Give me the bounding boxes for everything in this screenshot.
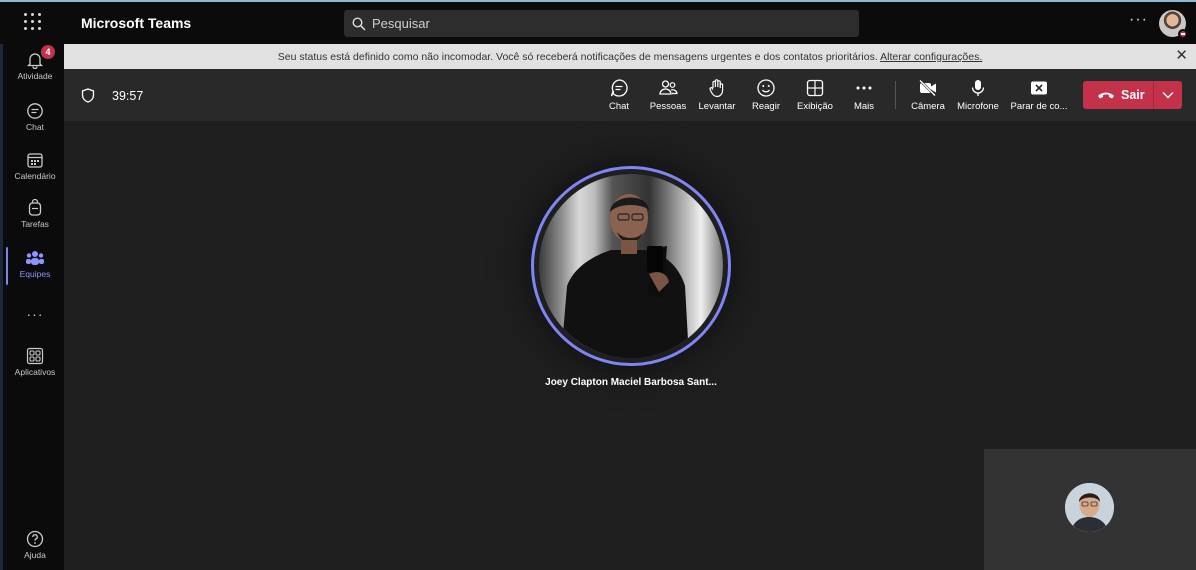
leave-button-group: Sair — [1083, 81, 1182, 109]
avatar[interactable] — [1159, 10, 1188, 39]
more-options-icon[interactable]: ··· — [1129, 11, 1148, 29]
app-title: Microsoft Teams — [81, 15, 192, 31]
react-label: Reagir — [752, 101, 780, 112]
more-button[interactable]: Mais — [838, 78, 890, 112]
rail-item-tasks[interactable]: Tarefas — [3, 199, 67, 229]
chat-button[interactable]: Chat — [593, 78, 645, 112]
people-label: Pessoas — [649, 101, 687, 112]
more-label: Mais — [853, 101, 875, 112]
chat-icon — [27, 103, 43, 119]
rail-item-chat[interactable]: Chat — [3, 102, 67, 132]
calendar-icon — [27, 153, 43, 168]
react-button[interactable]: Reagir — [740, 78, 792, 112]
rail-item-calendar[interactable]: Calendário — [3, 151, 67, 181]
chevron-down-icon — [1162, 92, 1174, 99]
meeting-stage: Joey Clapton Maciel Barbosa Sant... — [64, 121, 1196, 570]
rail-item-label: Aplicativos — [14, 367, 56, 377]
do-not-disturb-icon — [1178, 29, 1188, 39]
meeting-timer: 39:57 — [112, 89, 144, 103]
stop-sharing-button[interactable]: Parar de co... — [1009, 78, 1069, 112]
self-view-tile[interactable] — [984, 449, 1196, 570]
toolbar-divider — [895, 81, 896, 109]
rail-item-label: Atividade — [17, 71, 53, 81]
self-avatar — [1065, 483, 1114, 532]
view-button[interactable]: Exibição — [789, 78, 841, 112]
participant-tile[interactable] — [531, 166, 731, 366]
rail-item-help[interactable]: Ajuda — [3, 530, 67, 560]
activity-badge: 4 — [41, 45, 55, 59]
camera-label: Câmera — [911, 101, 945, 112]
microphone-label: Microfone — [957, 101, 999, 112]
participant-photo-image — [561, 194, 689, 358]
microphone-button[interactable]: Microfone — [952, 78, 1004, 112]
rail-item-apps[interactable]: Aplicativos — [3, 347, 67, 377]
rail-item-activity[interactable]: 4 Atividade — [3, 45, 67, 81]
dnd-notification-banner: Seu status está definido como não incomo… — [64, 44, 1196, 69]
microphone-icon — [971, 80, 985, 96]
rail-item-label: Equipes — [19, 269, 51, 279]
tasks-icon — [28, 199, 42, 216]
rail-item-teams[interactable]: Equipes — [3, 247, 67, 285]
teams-icon — [26, 251, 44, 265]
leave-button[interactable]: Sair — [1083, 81, 1153, 109]
raise-hand-icon — [709, 79, 724, 98]
chat-label: Chat — [608, 101, 630, 112]
rail-item-label: Chat — [26, 122, 44, 132]
app-launcher-icon[interactable] — [24, 13, 42, 31]
rail-item-label: Calendário — [14, 171, 56, 181]
shield-icon[interactable] — [81, 88, 95, 103]
close-icon[interactable]: ✕ — [1175, 48, 1188, 63]
leave-dropdown-button[interactable] — [1154, 81, 1182, 109]
meeting-toolbar: 39:57 Chat Pessoas Levantar Reagir Exibi… — [64, 69, 1196, 121]
participant-avatar — [539, 174, 723, 358]
rail-item-label: Ajuda — [24, 550, 46, 560]
camera-button[interactable]: Câmera — [902, 78, 954, 112]
help-icon — [26, 530, 44, 548]
banner-message: Seu status está definido como não incomo… — [64, 51, 1196, 63]
search-icon — [352, 16, 366, 31]
app-rail: 4 Atividade Chat Calendário Tarefas Equi… — [0, 44, 64, 570]
people-button[interactable]: Pessoas — [642, 78, 694, 112]
apps-icon — [26, 347, 44, 365]
rail-item-label: Tarefas — [21, 219, 49, 229]
people-icon — [659, 80, 678, 95]
search-input[interactable] — [372, 16, 832, 31]
hang-up-icon — [1098, 92, 1114, 99]
view-label: Exibição — [797, 101, 833, 112]
raise-hand-label: Levantar — [698, 101, 736, 112]
title-bar: Microsoft Teams ··· — [0, 0, 1196, 44]
participant-name: Joey Clapton Maciel Barbosa Sant... — [545, 377, 717, 388]
layout-grid-icon — [806, 79, 824, 97]
banner-text: Seu status está definido como não incomo… — [277, 51, 878, 63]
self-avatar-image — [1065, 483, 1114, 532]
smiley-icon — [757, 79, 775, 97]
camera-off-icon — [919, 79, 936, 97]
more-icon — [856, 86, 872, 90]
search-box[interactable] — [344, 10, 859, 37]
raise-hand-button[interactable]: Levantar — [691, 78, 743, 112]
stop-sharing-label: Parar de co... — [1010, 101, 1068, 112]
stop-share-icon — [1031, 81, 1047, 95]
change-settings-link[interactable]: Alterar configurações. — [880, 51, 982, 63]
more-apps-icon[interactable]: ··· — [3, 306, 67, 322]
chat-icon — [610, 79, 628, 97]
leave-label: Sair — [1121, 88, 1145, 102]
teams-window: Microsoft Teams ··· 4 Atividade Chat Cal… — [0, 0, 1196, 570]
